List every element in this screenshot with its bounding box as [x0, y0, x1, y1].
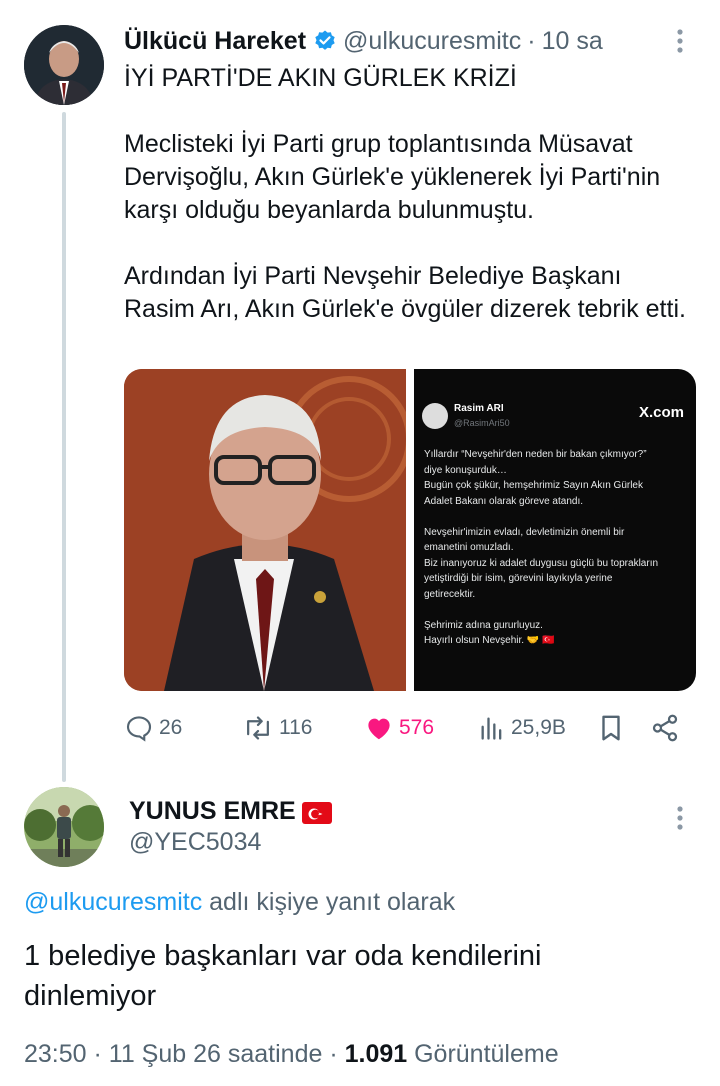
- reply-count: 26: [159, 716, 183, 739]
- reply-timestamp[interactable]: 23:50 · 11 Şub 26 saatinde ·: [24, 1040, 345, 1068]
- like-button[interactable]: 576: [364, 710, 434, 746]
- tweet1-paragraph2: Ardından İyi Parti Nevşehir Belediye Baş…: [124, 262, 686, 323]
- reply-body: 1 belediye başkanları var oda kendilerin…: [24, 940, 542, 1012]
- reply-author-avatar[interactable]: [24, 787, 104, 867]
- author-handle[interactable]: @ulkucuresmitc: [343, 27, 521, 56]
- politician-photo: [124, 369, 406, 691]
- tweet1-title: İYİ PARTİ'DE AKIN GÜRLEK KRİZİ: [124, 64, 517, 92]
- tweet1-media[interactable]: Rasim ARI @RasimAri50 X.com Yıllardır “N…: [124, 369, 696, 691]
- reply-mention-link[interactable]: @ulkucuresmitc: [24, 888, 202, 916]
- author-avatar[interactable]: [24, 25, 104, 105]
- media-photo-politician[interactable]: [124, 369, 406, 691]
- repost-button[interactable]: 116: [242, 710, 312, 746]
- turkey-flag-icon: [301, 801, 332, 824]
- reply-avatar-photo: [24, 787, 104, 867]
- embedded-handle: @RasimAri50: [454, 418, 510, 428]
- views-icon: [481, 717, 502, 740]
- embedded-text: Yıllardır “Nevşehir'den neden bir bakan …: [424, 449, 659, 646]
- reply-view-count: 1.091: [344, 1040, 408, 1068]
- reply-author-handle[interactable]: @YEC5034: [129, 828, 261, 857]
- separator-dot: ·: [527, 26, 536, 55]
- reply-button[interactable]: 26: [124, 710, 182, 746]
- author-name[interactable]: Ülkücü Hareket: [124, 27, 306, 56]
- reply-more-icon[interactable]: [670, 804, 690, 834]
- embedded-author: Rasim ARI @RasimAri50: [422, 401, 510, 431]
- share-icon: [652, 714, 678, 742]
- embedded-name: Rasim ARI: [454, 403, 504, 414]
- tweet1-actions: 26 116 576 25,9B: [124, 710, 696, 746]
- reply-views-label: Görüntüleme: [407, 1040, 559, 1068]
- reply-meta: 23:50 · 11 Şub 26 saatinde · 1.091 Görün…: [24, 1040, 559, 1069]
- heart-icon: [368, 718, 390, 740]
- share-button[interactable]: [650, 710, 680, 746]
- tweet1-body: İYİ PARTİ'DE AKIN GÜRLEK KRİZİ Meclistek…: [124, 62, 699, 359]
- verified-badge-icon: [315, 30, 335, 50]
- bookmark-icon: [602, 715, 620, 741]
- more-icon[interactable]: [670, 27, 690, 57]
- post-time[interactable]: 10 sa: [542, 27, 603, 56]
- reply-icon: [126, 716, 152, 742]
- like-count: 576: [399, 716, 435, 739]
- thread-line: [62, 112, 66, 782]
- reply-to-label: adlı kişiye yanıt olarak: [202, 888, 456, 916]
- tweet1-header: Ülkücü Hareket @ulkucuresmitc · 10 sa: [124, 24, 603, 58]
- bookmark-button[interactable]: [598, 710, 624, 746]
- views-count: 25,9B: [511, 716, 566, 739]
- replying-to: @ulkucuresmitc adlı kişiye yanıt olarak: [24, 888, 455, 917]
- repost-icon: [247, 716, 269, 740]
- x-logo: X.com: [638, 404, 684, 421]
- reply-author-name-row: YUNUS EMRE: [129, 797, 332, 826]
- embedded-avatar: [422, 403, 448, 429]
- views-button[interactable]: 25,9B: [478, 710, 566, 746]
- tweet1-paragraph1: Meclisteki İyi Parti grup toplantısında …: [124, 130, 661, 224]
- repost-count: 116: [279, 716, 313, 739]
- media-screenshot-post[interactable]: Rasim ARI @RasimAri50 X.com Yıllardır “N…: [414, 369, 696, 691]
- avatar-photo: [24, 25, 104, 105]
- reply-author-name[interactable]: YUNUS EMRE: [129, 797, 296, 826]
